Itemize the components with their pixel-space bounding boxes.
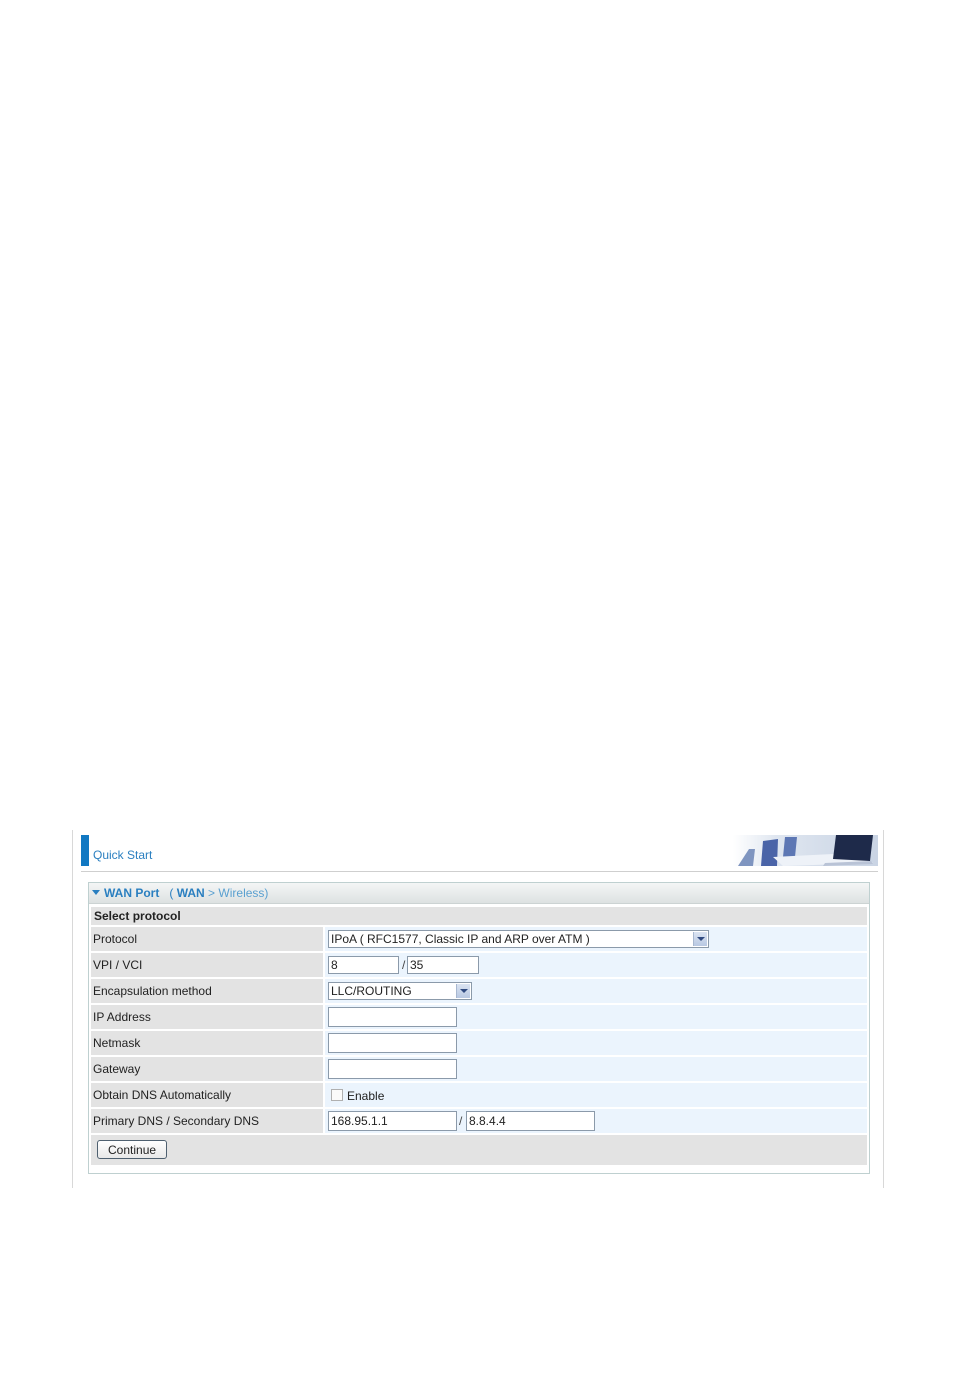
obtain-dns-checkbox[interactable]: [331, 1089, 343, 1101]
encapsulation-value-cell: LLC/ROUTING: [325, 979, 867, 1003]
breadcrumb-separator: >: [208, 886, 216, 900]
continue-button[interactable]: Continue: [97, 1140, 168, 1159]
collapse-triangle-icon[interactable]: [92, 890, 100, 896]
gateway-label: Gateway: [91, 1057, 323, 1081]
obtain-dns-value-cell: Enable: [325, 1083, 867, 1107]
ip-address-input[interactable]: [328, 1007, 457, 1027]
ip-address-label: IP Address: [91, 1005, 323, 1029]
section-label: Select protocol: [94, 909, 181, 923]
breadcrumb-open: (: [169, 886, 174, 900]
page-title: Quick Start: [93, 848, 153, 862]
vpi-vci-value-cell: 8 / 35: [325, 953, 867, 977]
section-row: Select protocol: [91, 907, 867, 925]
protocol-form: Select protocol Protocol IPoA ( RFC1577,…: [91, 907, 867, 1167]
vpi-vci-label: VPI / VCI: [91, 953, 323, 977]
header-accent-bar: [81, 835, 89, 866]
encapsulation-select[interactable]: LLC/ROUTING: [328, 982, 472, 1000]
protocol-label: Protocol: [91, 927, 323, 951]
gateway-row: Gateway: [91, 1057, 867, 1081]
dns-separator: /: [459, 1114, 463, 1128]
netmask-input[interactable]: [328, 1033, 457, 1053]
encapsulation-row: Encapsulation method LLC/ROUTING: [91, 979, 867, 1003]
dns-label: Primary DNS / Secondary DNS: [91, 1109, 323, 1133]
quick-start-frame: Quick Start WAN Port (WAN > Wireless) S…: [72, 830, 884, 1188]
wan-port-panel: WAN Port ( WAN > Wireless) Select protoc…: [88, 882, 870, 1174]
vci-input[interactable]: 35: [407, 956, 479, 974]
ip-address-value-cell: [325, 1005, 867, 1029]
primary-dns-input[interactable]: 168.95.1.1: [328, 1111, 457, 1131]
obtain-dns-label: Obtain DNS Automatically: [91, 1083, 323, 1107]
protocol-select[interactable]: IPoA ( RFC1577, Classic IP and ARP over …: [328, 930, 709, 948]
secondary-dns-input[interactable]: 8.8.4.4: [466, 1111, 595, 1131]
protocol-selected-value: IPoA ( RFC1577, Classic IP and ARP over …: [331, 932, 590, 946]
netmask-row: Netmask: [91, 1031, 867, 1055]
protocol-value-cell: IPoA ( RFC1577, Classic IP and ARP over …: [325, 927, 867, 951]
ip-address-row: IP Address: [91, 1005, 867, 1029]
gateway-value-cell: [325, 1057, 867, 1081]
netmask-label: Netmask: [91, 1031, 323, 1055]
header-divider: [81, 871, 878, 872]
protocol-row: Protocol IPoA ( RFC1577, Classic IP and …: [91, 927, 867, 951]
dns-value-cell: 168.95.1.1 / 8.8.4.4: [325, 1109, 867, 1133]
breadcrumb-current: WAN: [176, 886, 205, 900]
panel-title: WAN Port: [104, 886, 160, 900]
obtain-dns-checkbox-label[interactable]: Enable: [347, 1089, 384, 1103]
office-banner-image: [733, 835, 878, 866]
quick-start-header: Quick Start: [81, 835, 878, 872]
button-row: Continue: [91, 1135, 867, 1165]
panel-header: WAN Port ( WAN > Wireless): [89, 883, 869, 904]
dns-row: Primary DNS / Secondary DNS 168.95.1.1 /…: [91, 1109, 867, 1133]
vpi-vci-separator: /: [402, 958, 406, 972]
netmask-value-cell: [325, 1031, 867, 1055]
gateway-input[interactable]: [328, 1059, 457, 1079]
encapsulation-label: Encapsulation method: [91, 979, 323, 1003]
encapsulation-selected-value: LLC/ROUTING: [331, 984, 412, 998]
breadcrumb-next[interactable]: Wireless): [218, 886, 268, 900]
vpi-input[interactable]: 8: [328, 956, 399, 974]
chevron-down-icon[interactable]: [456, 984, 470, 998]
vpi-vci-row: VPI / VCI 8 / 35: [91, 953, 867, 977]
obtain-dns-row: Obtain DNS Automatically Enable: [91, 1083, 867, 1107]
chevron-down-icon[interactable]: [693, 932, 707, 946]
